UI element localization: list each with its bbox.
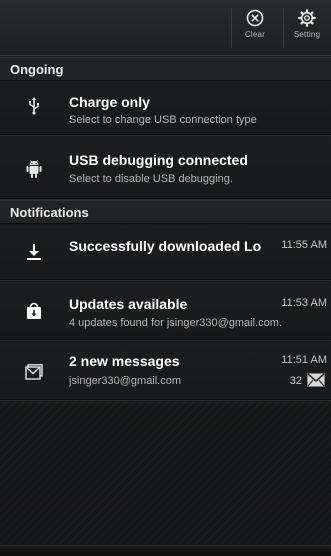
notification-subtitle: jsinger330@gmail.com bbox=[69, 375, 182, 387]
market-bag-icon bbox=[22, 299, 46, 323]
download-icon bbox=[22, 240, 46, 264]
clear-button[interactable]: Clear bbox=[233, 0, 277, 55]
notification-item-download[interactable]: Successfully downloaded Lo 11:55 AM bbox=[0, 225, 331, 281]
section-header-notifications: Notifications bbox=[0, 200, 331, 224]
notification-time: 11:51 AM bbox=[281, 354, 327, 366]
notification-title: Successfully downloaded Lo bbox=[69, 238, 262, 254]
notification-title: 2 new messages bbox=[69, 353, 180, 369]
notification-item-messages[interactable]: 2 new messages 11:51 AM jsinger330@gmail… bbox=[0, 342, 331, 401]
notification-item-updates[interactable]: Updates available 11:53 AM 4 updates fou… bbox=[0, 282, 331, 341]
ongoing-item-subtitle: Select to disable USB debugging. bbox=[69, 173, 233, 185]
ongoing-item-usb-debugging[interactable]: USB debugging connected Select to disabl… bbox=[0, 137, 331, 200]
ongoing-item-title: Charge only bbox=[69, 94, 150, 110]
panel-drag-handle[interactable] bbox=[0, 545, 331, 556]
ongoing-item-title: USB debugging connected bbox=[69, 152, 248, 168]
ongoing-item-charge-only[interactable]: Charge only Select to change USB connect… bbox=[0, 82, 331, 136]
setting-label: Setting bbox=[293, 30, 321, 39]
mail-envelope-icon bbox=[307, 373, 325, 392]
notification-panel: Clear Setting Ongoing Charge only Select… bbox=[0, 0, 331, 556]
notification-time: 11:55 AM bbox=[281, 239, 327, 251]
setting-button[interactable]: Setting bbox=[285, 0, 329, 55]
notification-toolbar: Clear Setting bbox=[0, 0, 331, 56]
notification-subtitle: 4 updates found for jsinger330@gmail.com… bbox=[69, 317, 282, 329]
notification-title: Updates available bbox=[69, 296, 188, 312]
android-debug-icon bbox=[22, 157, 46, 181]
toolbar-divider bbox=[283, 8, 284, 48]
toolbar-divider bbox=[231, 8, 232, 48]
clear-label: Clear bbox=[244, 30, 266, 39]
section-header-ongoing: Ongoing bbox=[0, 57, 331, 81]
gear-icon bbox=[298, 9, 316, 27]
message-count: 32 bbox=[289, 375, 302, 387]
clear-icon bbox=[246, 9, 264, 27]
ongoing-item-subtitle: Select to change USB connection type bbox=[69, 114, 257, 126]
notification-time: 11:53 AM bbox=[281, 297, 327, 309]
usb-icon bbox=[22, 94, 46, 118]
gmail-icon bbox=[22, 360, 46, 384]
